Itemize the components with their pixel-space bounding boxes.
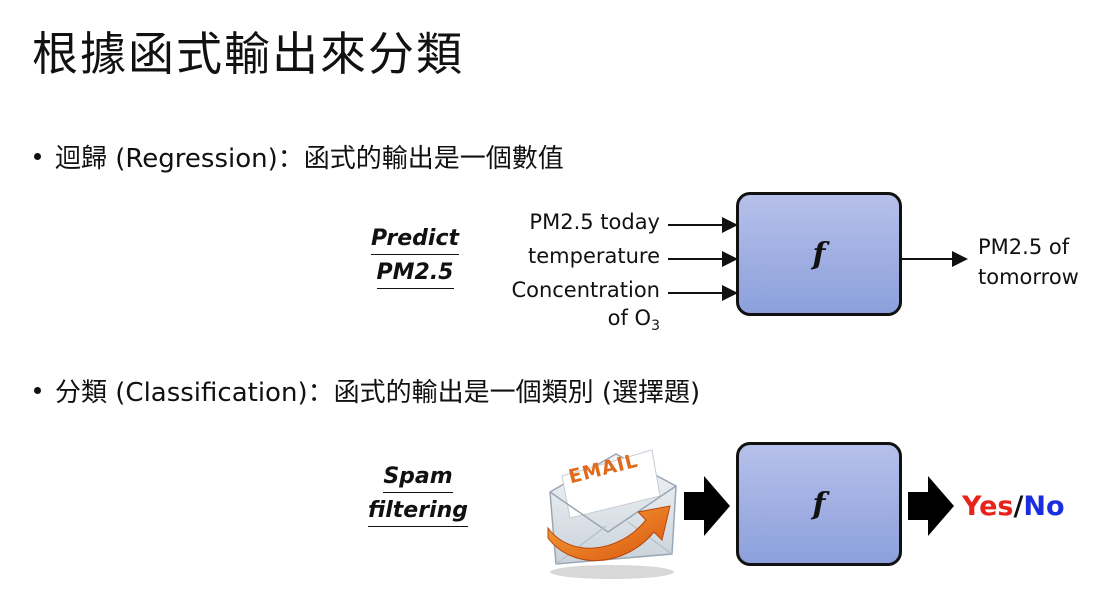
task-line-2: filtering — [367, 496, 469, 527]
output-pm25-tomorrow: PM2.5 of tomorrow — [978, 232, 1079, 292]
task-line-1: Spam — [383, 462, 453, 493]
bullet-classification: 分類 (Classification)：函式的輸出是一個類別 (選擇題) — [34, 372, 700, 409]
function-box-regression: f — [736, 192, 902, 316]
function-label: f — [812, 486, 826, 522]
bullet-dot — [34, 387, 41, 394]
block-arrow-left — [684, 476, 730, 536]
output-yes: Yes — [962, 491, 1014, 522]
output-line-1: PM2.5 of — [978, 235, 1070, 259]
bullet-classification-text: 分類 (Classification)：函式的輸出是一個類別 (選擇題) — [55, 378, 701, 408]
function-label: f — [812, 236, 826, 272]
output-line-2: tomorrow — [978, 265, 1079, 289]
output-yes-no: Yes/No — [962, 491, 1065, 522]
function-box-classification: f — [736, 442, 902, 566]
block-arrow-right — [908, 476, 954, 536]
output-slash: / — [1013, 491, 1024, 522]
output-no: No — [1023, 491, 1065, 522]
task-spam-filtering: Spam filtering — [362, 460, 474, 528]
